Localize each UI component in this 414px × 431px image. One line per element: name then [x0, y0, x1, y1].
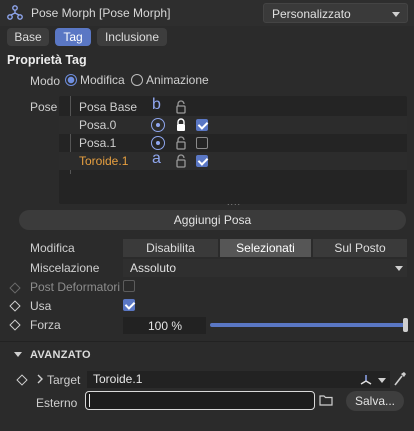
blend-value: Assoluto — [130, 261, 177, 275]
pose-row-posa-1[interactable]: Posa.1 — [59, 134, 407, 152]
target-value: Toroide.1 — [93, 372, 143, 386]
chevron-down-icon[interactable] — [378, 378, 386, 383]
pose-enable-checkbox[interactable] — [196, 155, 208, 167]
object-title: Pose Morph [Pose Morph] — [31, 6, 171, 20]
mode-radio-animazione[interactable] — [131, 74, 143, 86]
pose-enable-checkbox[interactable] — [196, 119, 208, 131]
pose-enable-checkbox[interactable] — [196, 137, 208, 149]
text-cursor — [89, 394, 90, 407]
pose-name: Posa Base — [79, 100, 138, 114]
pose-list[interactable]: Posa Base b Posa.0 Posa.1 Toroide.1 a — [59, 96, 407, 204]
mode-radio-modifica[interactable] — [65, 74, 77, 86]
mode-option-modifica[interactable]: Modifica — [80, 73, 125, 87]
strength-slider-knob[interactable] — [403, 318, 408, 332]
preset-dropdown[interactable]: Personalizzato — [263, 3, 408, 23]
object-axis-icon[interactable] — [359, 373, 373, 386]
resize-handle[interactable]: .... — [227, 197, 241, 207]
unlocked-icon[interactable] — [175, 100, 187, 114]
keyframe-diamond-icon[interactable] — [9, 282, 21, 294]
strength-field[interactable]: 100 % — [123, 317, 206, 334]
unlocked-icon[interactable] — [175, 154, 187, 168]
use-checkbox[interactable] — [123, 299, 135, 311]
chevron-down-icon — [395, 266, 403, 271]
edit-option-selezionati[interactable]: Selezionati — [220, 239, 311, 257]
lock-icon[interactable] — [175, 118, 187, 132]
edit-option-sul-posto[interactable]: Sul Posto — [313, 239, 407, 257]
target-icon — [151, 136, 165, 150]
section-title: Proprietà Tag — [7, 53, 87, 67]
chevron-down-icon — [392, 12, 400, 17]
target-link-field[interactable]: Toroide.1 — [87, 371, 390, 388]
external-label: Esterno — [36, 396, 78, 410]
tab-base[interactable]: Base — [7, 28, 49, 46]
poses-label: Pose — [30, 100, 58, 114]
folder-icon[interactable] — [319, 394, 333, 406]
pose-symbol-a: a — [152, 150, 161, 167]
strength-label: Forza — [30, 318, 61, 332]
target-icon — [151, 118, 165, 132]
chevron-down-icon[interactable] — [14, 352, 22, 357]
pose-morph-icon — [7, 5, 23, 20]
advanced-section-title[interactable]: AVANZATO — [30, 349, 91, 361]
edit-option-disabilita[interactable]: Disabilita — [123, 239, 218, 257]
mode-label: Modo — [30, 74, 61, 88]
mode-option-animazione[interactable]: Animazione — [146, 73, 209, 87]
pose-name: Posa.1 — [79, 136, 117, 150]
blend-label: Miscelazione — [30, 261, 100, 275]
pose-name: Posa.0 — [79, 118, 117, 132]
pose-row-posa-0[interactable]: Posa.0 — [59, 116, 407, 134]
strength-value: 100 % — [148, 319, 183, 333]
use-label: Usa — [30, 299, 52, 313]
save-button[interactable]: Salva... — [346, 391, 404, 411]
add-pose-button[interactable]: Aggiungi Posa — [19, 210, 406, 230]
post-deformers-checkbox[interactable] — [123, 280, 135, 292]
pose-row-toroide-1[interactable]: Toroide.1 a — [59, 150, 407, 170]
keyframe-diamond-icon[interactable] — [16, 374, 28, 386]
tab-tag[interactable]: Tag — [55, 28, 91, 46]
preset-dropdown-label: Personalizzato — [272, 7, 351, 21]
pick-eyedropper-icon[interactable] — [393, 371, 407, 387]
unlocked-icon[interactable] — [175, 136, 187, 150]
pose-symbol-b: b — [152, 96, 161, 113]
keyframe-diamond-icon[interactable] — [9, 319, 21, 331]
target-label: Target — [47, 373, 81, 387]
divider — [0, 341, 414, 342]
chevron-right-icon[interactable] — [36, 374, 44, 384]
external-file-input[interactable] — [85, 391, 315, 410]
keyframe-diamond-icon[interactable] — [9, 300, 21, 312]
pose-row-posa-base[interactable]: Posa Base b — [59, 96, 407, 116]
blend-dropdown[interactable]: Assoluto — [123, 259, 407, 277]
tab-inclusione[interactable]: Inclusione — [97, 28, 167, 46]
pose-name: Toroide.1 — [79, 154, 129, 168]
post-deformers-label: Post Deformatori — [30, 280, 121, 294]
strength-slider[interactable] — [210, 323, 407, 327]
edit-label: Modifica — [30, 241, 75, 255]
